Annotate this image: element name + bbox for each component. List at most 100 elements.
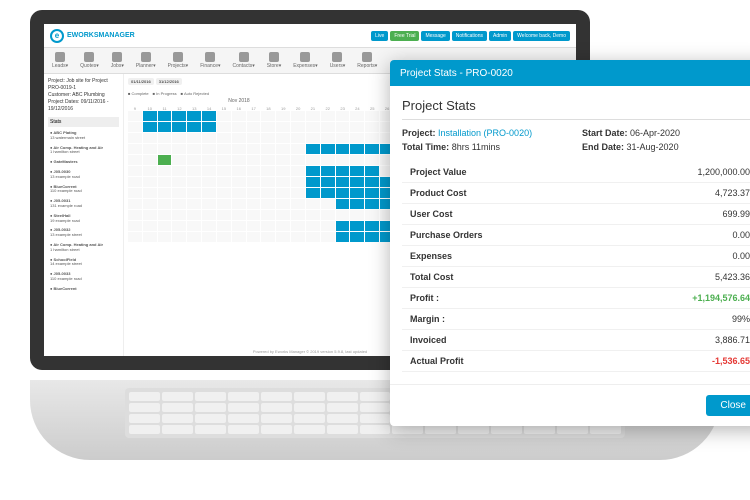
status-item: ■ Complete	[128, 91, 149, 96]
gantt-cell[interactable]	[187, 111, 201, 121]
gantt-cell[interactable]	[336, 232, 350, 242]
menu-item[interactable]: Leads▾	[52, 52, 68, 69]
gantt-cell	[365, 122, 379, 132]
gantt-cell	[261, 166, 275, 176]
gantt-cell	[321, 210, 335, 220]
end-date-row: End Date: 31-Aug-2020	[582, 142, 750, 152]
gantt-cell[interactable]	[306, 144, 320, 154]
top-button[interactable]: Notifications	[452, 31, 487, 41]
gantt-cell[interactable]	[350, 177, 364, 187]
menu-item[interactable]: Store▾	[267, 52, 281, 69]
gantt-cell[interactable]	[365, 144, 379, 154]
gantt-cell[interactable]	[365, 232, 379, 242]
top-button[interactable]: Free Trial	[390, 31, 419, 41]
gantt-cell[interactable]	[202, 122, 216, 132]
menu-item[interactable]: Quotes▾	[80, 52, 99, 69]
job-item[interactable]: ● GateMasters	[48, 158, 119, 167]
gantt-cell[interactable]	[202, 111, 216, 121]
job-item[interactable]: ● J05-003013 example road	[48, 168, 119, 182]
gantt-cell	[261, 111, 275, 121]
gantt-cell	[247, 188, 261, 198]
menu-item[interactable]: Planner▾	[136, 52, 156, 69]
menu-item[interactable]: Reports▾	[357, 52, 377, 69]
menu-item[interactable]: Projects▾	[168, 52, 189, 69]
menu-item[interactable]: Expenses▾	[293, 52, 317, 69]
gantt-cell	[172, 155, 186, 165]
gantt-cell	[172, 144, 186, 154]
menu-item[interactable]: Contacts▾	[233, 52, 255, 69]
top-button[interactable]: Live	[371, 31, 388, 41]
menu-icon	[239, 52, 249, 62]
job-item[interactable]: ● J05-0033110 example road	[48, 270, 119, 284]
gantt-cell	[187, 166, 201, 176]
gantt-cell[interactable]	[321, 177, 335, 187]
gantt-cell[interactable]	[365, 199, 379, 209]
gantt-cell[interactable]	[365, 188, 379, 198]
job-item[interactable]: ● J05-0031131 example road	[48, 197, 119, 211]
gantt-cell[interactable]	[365, 221, 379, 231]
gantt-cell[interactable]	[306, 166, 320, 176]
menu-icon	[55, 52, 65, 62]
menu-item[interactable]: Finance▾	[200, 52, 220, 69]
menu-item[interactable]: Jobs▾	[111, 52, 124, 69]
gantt-cell[interactable]	[158, 155, 172, 165]
gantt-cell[interactable]	[350, 232, 364, 242]
gantt-cell[interactable]	[350, 166, 364, 176]
gantt-cell[interactable]	[306, 188, 320, 198]
gantt-cell[interactable]	[336, 221, 350, 231]
gantt-cell[interactable]	[336, 199, 350, 209]
job-item[interactable]: ● SteelHall19 example road	[48, 212, 119, 226]
gantt-cell[interactable]	[143, 122, 157, 132]
gantt-cell	[276, 122, 290, 132]
gantt-cell[interactable]	[336, 144, 350, 154]
date-from[interactable]: 01/11/2016	[128, 78, 154, 85]
gantt-cell[interactable]	[143, 111, 157, 121]
gantt-cell	[247, 221, 261, 231]
job-item[interactable]: ● J05-003213 example street	[48, 226, 119, 240]
gantt-cell[interactable]	[350, 221, 364, 231]
job-item[interactable]: ● BlueCorrent	[48, 285, 119, 294]
gantt-cell	[365, 155, 379, 165]
date-to[interactable]: 31/12/2016	[156, 78, 182, 85]
gantt-cell[interactable]	[158, 111, 172, 121]
gantt-cell	[261, 177, 275, 187]
gantt-cell[interactable]	[321, 166, 335, 176]
stats-row: Invoiced3,886.71	[402, 330, 750, 351]
gantt-cell	[158, 199, 172, 209]
gantt-cell[interactable]	[350, 188, 364, 198]
gantt-cell[interactable]	[187, 122, 201, 132]
gantt-cell[interactable]	[321, 144, 335, 154]
gantt-cell	[128, 221, 142, 231]
month-1: Nov 2018	[128, 98, 350, 104]
gantt-cell[interactable]	[336, 166, 350, 176]
gantt-cell[interactable]	[158, 122, 172, 132]
gantt-cell	[291, 166, 305, 176]
gantt-cell[interactable]	[365, 177, 379, 187]
job-item[interactable]: ● Air Comp. Heating and Air1 hamilton st…	[48, 241, 119, 255]
job-item[interactable]: ● ABC Plating13 watermain street	[48, 129, 119, 143]
gantt-cell	[291, 144, 305, 154]
job-item[interactable]: ● BlueCorrent110 example road	[48, 183, 119, 197]
job-item[interactable]: ● Air Comp. Heating and Air1 hamilton st…	[48, 144, 119, 158]
project-link[interactable]: Installation (PRO-0020)	[438, 128, 532, 138]
gantt-cell	[172, 133, 186, 143]
gantt-cell[interactable]	[336, 188, 350, 198]
top-button[interactable]: Welcome back, Demo	[513, 31, 570, 41]
gantt-cell[interactable]	[365, 166, 379, 176]
gantt-cell[interactable]	[336, 177, 350, 187]
menu-item[interactable]: Users▾	[330, 52, 346, 69]
gantt-cell	[217, 166, 231, 176]
gantt-cell[interactable]	[321, 188, 335, 198]
gantt-cell[interactable]	[172, 111, 186, 121]
close-button[interactable]: Close	[706, 395, 750, 416]
topbar: e EWORKSMANAGER LiveFree TrialMessageNot…	[44, 24, 576, 48]
top-button[interactable]: Admin	[489, 31, 511, 41]
gantt-cell	[306, 210, 320, 220]
gantt-cell[interactable]	[350, 199, 364, 209]
gantt-cell[interactable]	[350, 144, 364, 154]
gantt-cell[interactable]	[306, 177, 320, 187]
top-button[interactable]: Message	[421, 31, 449, 41]
job-item[interactable]: ● SchoolField14 example street	[48, 256, 119, 270]
gantt-cell	[128, 177, 142, 187]
gantt-cell[interactable]	[172, 122, 186, 132]
